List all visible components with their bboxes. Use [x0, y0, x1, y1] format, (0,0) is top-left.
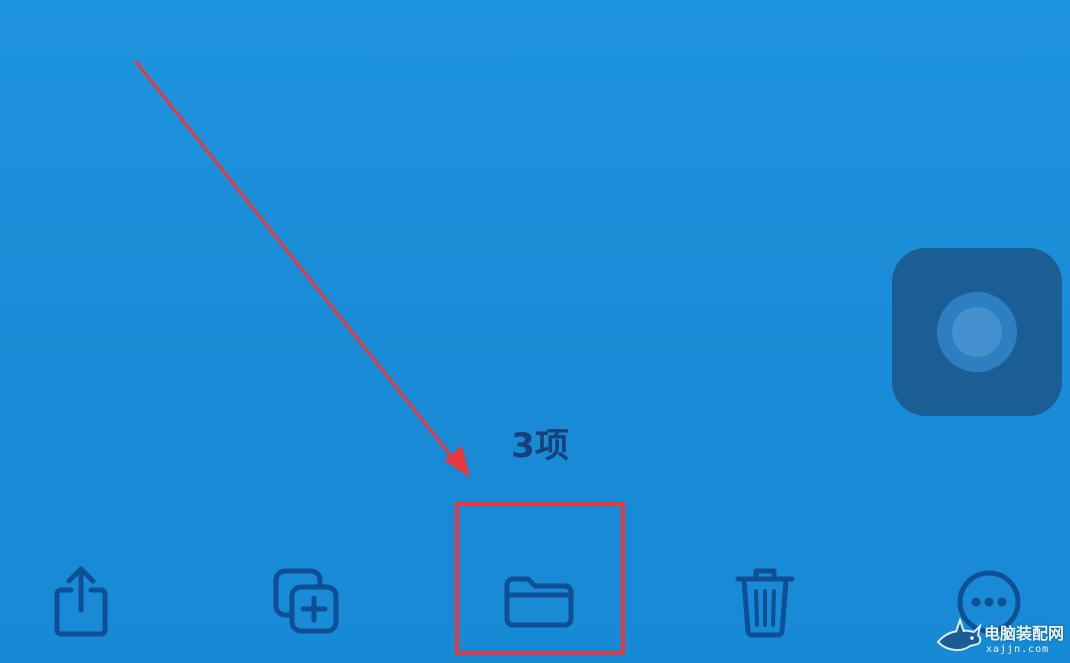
assistive-touch-button[interactable] [892, 248, 1062, 416]
share-button[interactable] [36, 560, 126, 644]
selection-count-label: 3项 [511, 426, 569, 466]
duplicate-button[interactable] [262, 560, 352, 644]
watermark: 电脑装配网 xajjn.com [934, 614, 1070, 663]
highlight-box [455, 502, 625, 655]
duplicate-icon [273, 568, 339, 634]
trash-icon [735, 568, 795, 638]
delete-button[interactable] [720, 560, 810, 644]
watermark-title: 电脑装配网 [984, 624, 1065, 643]
watermark-url: xajjn.com [986, 644, 1050, 655]
shark-logo-icon [936, 616, 982, 652]
share-icon [54, 566, 108, 637]
assistive-touch-icon [952, 307, 1002, 357]
